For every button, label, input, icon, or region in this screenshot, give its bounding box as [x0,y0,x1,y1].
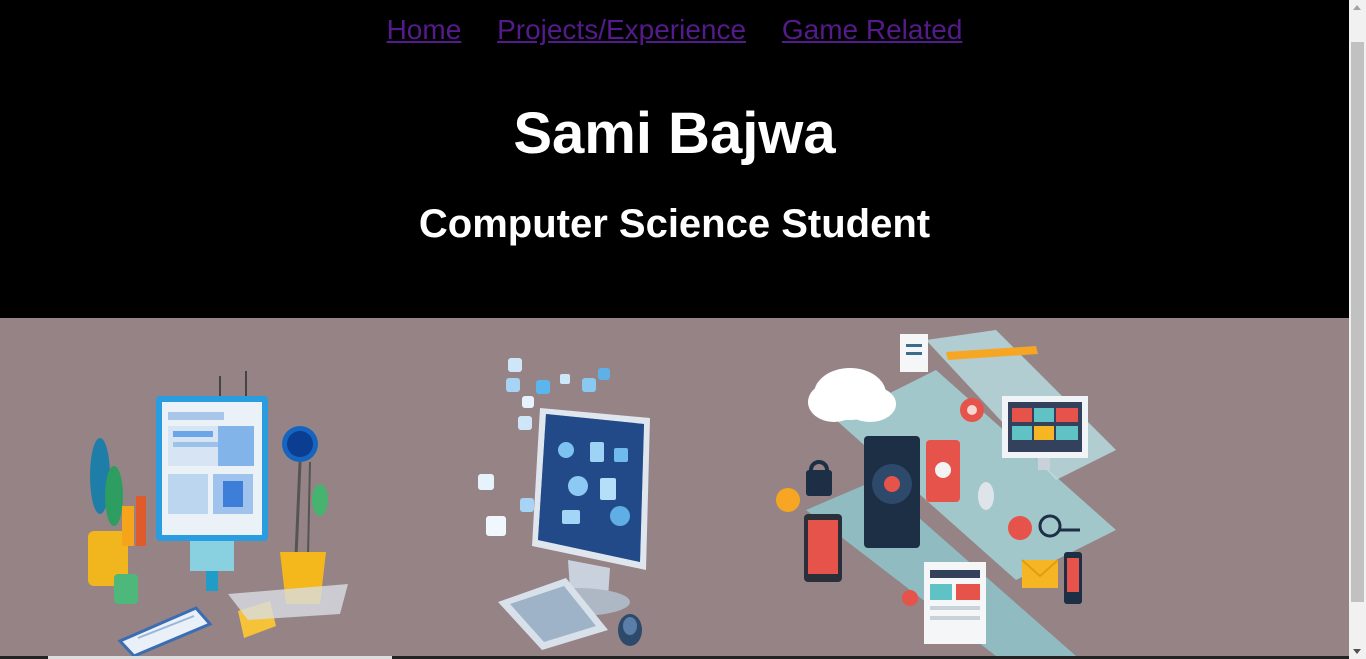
technology-network-illustration [776,330,1116,656]
top-nav: Home Projects/Experience Game Related [0,14,1349,46]
scrollbar-thumb[interactable] [1351,42,1364,602]
nav-link-home[interactable]: Home [387,14,462,45]
scroll-down-arrow-icon[interactable] [1353,649,1361,654]
page-subtitle: Computer Science Student [418,202,931,246]
nav-link-game-related[interactable]: Game Related [782,14,963,45]
computer-apps-illustration [478,358,650,650]
header: Home Projects/Experience Game Related Sa… [0,0,1349,318]
page-title: Sami Bajwa [513,101,836,166]
vertical-scrollbar[interactable] [1349,0,1366,659]
web-design-illustration [88,371,348,656]
scroll-up-arrow-icon[interactable] [1353,5,1361,10]
nav-link-projects-experience[interactable]: Projects/Experience [497,14,746,45]
page: Home Projects/Experience Game Related Sa… [0,0,1349,659]
banner [0,318,1349,659]
